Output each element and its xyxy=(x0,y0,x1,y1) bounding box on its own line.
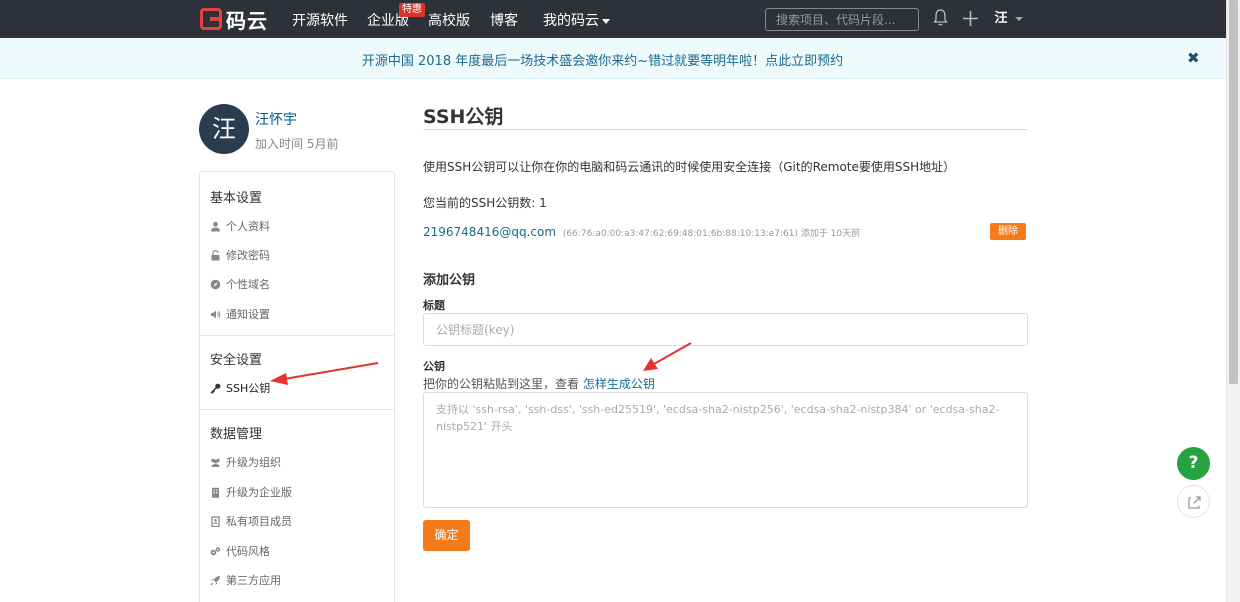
how-to-generate-link[interactable]: 怎样生成公钥 xyxy=(583,377,655,391)
chevron-down-icon[interactable] xyxy=(1015,17,1023,21)
profile-join-time: 加入时间 5月前 xyxy=(255,137,339,151)
scrollbar-thumb[interactable] xyxy=(1229,0,1238,384)
key-title-input[interactable] xyxy=(423,313,1028,346)
search-input[interactable] xyxy=(765,8,919,31)
sidebar-item-upgrade-enterprise[interactable]: 升级为企业版 xyxy=(210,484,292,500)
annotation-arrows xyxy=(270,342,692,385)
volume-icon xyxy=(211,310,221,318)
bell-icon[interactable] xyxy=(933,9,948,27)
delete-key-button[interactable]: 删除 xyxy=(990,223,1026,240)
ssh-description: 使用SSH公钥可以让你在你的电脑和码云通讯的时候使用安全连接（Git的Remot… xyxy=(423,160,956,174)
add-key-heading: 添加公钥 xyxy=(423,273,476,288)
top-navbar: 码云 开源软件 企业版 特惠 高校版 博客 我的码云 汪 xyxy=(0,0,1226,38)
compass-icon xyxy=(210,279,221,289)
sidebar-item-domain[interactable]: 个性域名 xyxy=(210,276,270,292)
nav-my-gitee[interactable]: 我的码云 xyxy=(543,10,610,30)
plus-icon[interactable] xyxy=(962,10,979,27)
announcement-banner: 开源中国 2018 年度最后一场技术盛会邀你来约~错过就要等明年啦！点此立即预约… xyxy=(0,38,1226,79)
logo-mark-icon xyxy=(200,8,222,30)
promo-badge: 特惠 xyxy=(399,3,425,17)
help-button[interactable]: ? xyxy=(1177,447,1210,480)
ssh-key-count: 您当前的SSH公钥数: 1 xyxy=(423,196,547,210)
rocket-icon xyxy=(210,575,220,585)
feedback-button[interactable] xyxy=(1177,485,1210,518)
sidebar-item-upgrade-org[interactable]: 升级为组织 xyxy=(210,454,281,470)
banner-link[interactable]: 开源中国 2018 年度最后一场技术盛会邀你来约~错过就要等明年啦！点此立即预约 xyxy=(0,50,1205,69)
profile-name[interactable]: 汪怀宇 xyxy=(255,109,297,129)
sidebar-item-label: 升级为组织 xyxy=(226,456,281,469)
external-link-icon xyxy=(1188,496,1201,509)
sidebar-item-label: SSH公钥 xyxy=(226,382,271,395)
user-icon xyxy=(211,221,220,231)
sidebar-group-data: 数据管理 xyxy=(210,427,263,442)
profile-avatar[interactable]: 汪 xyxy=(199,104,249,154)
annotation-arrow-head xyxy=(643,358,658,371)
close-icon[interactable]: ✖ xyxy=(1187,49,1200,67)
sidebar-item-label: 私有项目成员 xyxy=(226,515,292,528)
gears-icon xyxy=(210,546,221,555)
key-label: 公钥 xyxy=(423,360,445,373)
sidebar-item-profile[interactable]: 个人资料 xyxy=(210,218,270,234)
settings-sidebar: 基本设置 个人资料 修改密码 个性域名 通知设置 安全设置 SSH公钥 数据管理… xyxy=(199,171,395,602)
key-icon xyxy=(210,383,221,394)
nav-education[interactable]: 高校版 xyxy=(428,10,470,30)
sidebar-item-password[interactable]: 修改密码 xyxy=(210,247,270,263)
sidebar-item-notifications[interactable]: 通知设置 xyxy=(210,306,270,322)
unlock-icon xyxy=(211,249,220,260)
scrollbar[interactable] xyxy=(1226,0,1240,602)
logo[interactable]: 码云 xyxy=(200,7,268,33)
public-key-placeholder: 支持以 'ssh-rsa', 'ssh-dss', 'ssh-ed25519',… xyxy=(436,403,1000,433)
nav-blog[interactable]: 博客 xyxy=(490,10,518,30)
sidebar-item-label: 个人资料 xyxy=(226,220,270,233)
sidebar-item-code-style[interactable]: 代码风格 xyxy=(210,543,270,559)
building-icon xyxy=(212,487,219,498)
page-title: SSH公钥 xyxy=(423,106,504,128)
ssh-key-fingerprint: (66:76:a0:00:a3:47:62:69:48:01:6b:88:10:… xyxy=(562,229,861,239)
divider xyxy=(200,409,394,410)
user-avatar[interactable]: 汪 xyxy=(991,9,1011,29)
sidebar-group-security: 安全设置 xyxy=(210,353,263,368)
confirm-button[interactable]: 确定 xyxy=(423,520,470,551)
public-key-textarea[interactable]: 支持以 'ssh-rsa', 'ssh-dss', 'ssh-ed25519',… xyxy=(423,392,1028,508)
ssh-key-row: 2196748416@qq.com (66:76:a0:00:a3:47:62:… xyxy=(423,225,860,239)
sidebar-item-label: 修改密码 xyxy=(226,249,270,262)
sidebar-item-label: 升级为企业版 xyxy=(226,486,292,499)
sidebar-item-private-members[interactable]: 私有项目成员 xyxy=(210,513,292,529)
chevron-down-icon xyxy=(602,18,610,24)
sidebar-item-third-party[interactable]: 第三方应用 xyxy=(210,572,281,588)
logo-text: 码云 xyxy=(226,8,268,33)
annotation-arrow-line xyxy=(653,342,692,365)
sidebar-item-label: 个性域名 xyxy=(226,278,270,291)
nav-open-source[interactable]: 开源软件 xyxy=(292,10,348,30)
title-label: 标题 xyxy=(423,299,445,312)
sidebar-item-label: 通知设置 xyxy=(226,308,270,321)
key-hint-text: 把你的公钥粘贴到这里，查看 xyxy=(423,377,583,391)
divider xyxy=(423,129,1028,130)
sidebar-item-ssh-keys[interactable]: SSH公钥 xyxy=(210,380,270,396)
sidebar-group-basic: 基本设置 xyxy=(210,191,263,206)
sidebar-item-label: 代码风格 xyxy=(226,545,270,558)
contact-card-icon xyxy=(211,515,220,527)
sidebar-item-label: 第三方应用 xyxy=(226,574,281,587)
nav-my-gitee-label: 我的码云 xyxy=(543,13,599,29)
ssh-key-title[interactable]: 2196748416@qq.com xyxy=(423,225,556,239)
users-icon xyxy=(211,458,220,467)
key-hint: 把你的公钥粘贴到这里，查看 怎样生成公钥 xyxy=(423,375,655,392)
divider xyxy=(200,335,394,336)
